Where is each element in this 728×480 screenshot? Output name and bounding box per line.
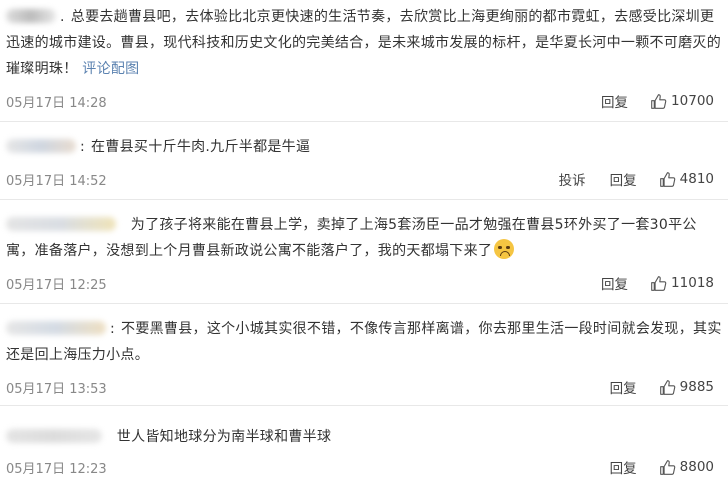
- blurred-username[interactable]: [6, 321, 106, 335]
- comment-actions: 回复 9885: [586, 377, 714, 397]
- comment-item: 世人皆知地球分为南半球和曹半球 05月17日 12:23 回复 8800: [0, 406, 728, 480]
- comment-item: : 在曹县买十斤牛肉.九斤半都是牛逼 05月17日 14:52 投诉 回复 481…: [0, 122, 728, 200]
- like-button[interactable]: 9885: [659, 379, 714, 396]
- comment-actions: 回复 10700: [577, 91, 714, 111]
- comment-image-link[interactable]: 评论配图: [82, 61, 139, 77]
- comment-item: . 总要去趟曹县吧，去体验比北京更快速的生活节奏，去欣赏比上海更绚丽的都市霓虹，去…: [0, 0, 728, 122]
- like-count: 4810: [679, 171, 714, 187]
- comment-body: : 不要黑曹县，这个小城其实很不错，不像传言那样离谱，你去那里生活一段时间就会发现…: [6, 316, 722, 368]
- reply-button[interactable]: 回复: [610, 457, 637, 477]
- comment-item: : 不要黑曹县，这个小城其实很不错，不像传言那样离谱，你去那里生活一段时间就会发现…: [0, 304, 728, 406]
- comment-text: 世人皆知地球分为南半球和曹半球: [116, 429, 332, 445]
- comment-timestamp: 05月17日 13:53: [6, 382, 107, 397]
- comment-actions: 回复 11018: [577, 273, 714, 293]
- like-count: 8800: [679, 459, 714, 475]
- crying-face-emoji-icon: [494, 239, 515, 259]
- like-button[interactable]: 10700: [650, 93, 714, 110]
- comment-body: : 在曹县买十斤牛肉.九斤半都是牛逼: [6, 134, 722, 160]
- thumbs-up-icon: [659, 171, 675, 187]
- comment-body: 为了孩子将来能在曹县上学，卖掉了上海5套汤臣一品才勉强在曹县5环外买了一套30平…: [6, 212, 722, 264]
- comment-actions: 投诉 回复 4810: [535, 169, 714, 189]
- comment-timestamp: 05月17日 14:52: [6, 174, 107, 189]
- like-count: 11018: [671, 275, 714, 291]
- comment-actions: 回复 8800: [586, 457, 714, 477]
- comment-body: . 总要去趟曹县吧，去体验比北京更快速的生活节奏，去欣赏比上海更绚丽的都市霓虹，去…: [6, 4, 722, 82]
- report-button[interactable]: 投诉: [559, 169, 586, 189]
- comment-item: 为了孩子将来能在曹县上学，卖掉了上海5套汤臣一品才勉强在曹县5环外买了一套30平…: [0, 200, 728, 304]
- reply-button[interactable]: 回复: [601, 273, 628, 293]
- thumbs-up-icon: [659, 379, 675, 395]
- thumbs-up-icon: [651, 275, 667, 291]
- like-count: 9885: [679, 379, 714, 395]
- like-count: 10700: [671, 93, 714, 109]
- blurred-username[interactable]: [6, 217, 116, 231]
- username-separator: :: [80, 139, 86, 155]
- like-button[interactable]: 11018: [650, 275, 714, 292]
- comment-timestamp: 05月17日 12:25: [6, 278, 107, 293]
- comment-text: 在曹县买十斤牛肉.九斤半都是牛逼: [91, 139, 311, 155]
- comment-body: 世人皆知地球分为南半球和曹半球: [6, 424, 722, 450]
- username-separator: :: [110, 321, 116, 337]
- blurred-username[interactable]: [6, 429, 102, 443]
- reply-button[interactable]: 回复: [601, 91, 628, 111]
- like-button[interactable]: 4810: [659, 171, 714, 188]
- like-button[interactable]: 8800: [659, 459, 714, 476]
- comment-timestamp: 05月17日 12:23: [6, 462, 107, 477]
- username-separator: .: [60, 9, 65, 25]
- blurred-username[interactable]: [6, 139, 76, 153]
- username-separator: [120, 217, 125, 233]
- thumbs-up-icon: [659, 459, 675, 475]
- reply-button[interactable]: 回复: [610, 377, 637, 397]
- comment-timestamp: 05月17日 14:28: [6, 96, 107, 111]
- blurred-username[interactable]: [6, 9, 56, 23]
- reply-button[interactable]: 回复: [610, 169, 637, 189]
- thumbs-up-icon: [651, 93, 667, 109]
- username-separator: [106, 429, 111, 445]
